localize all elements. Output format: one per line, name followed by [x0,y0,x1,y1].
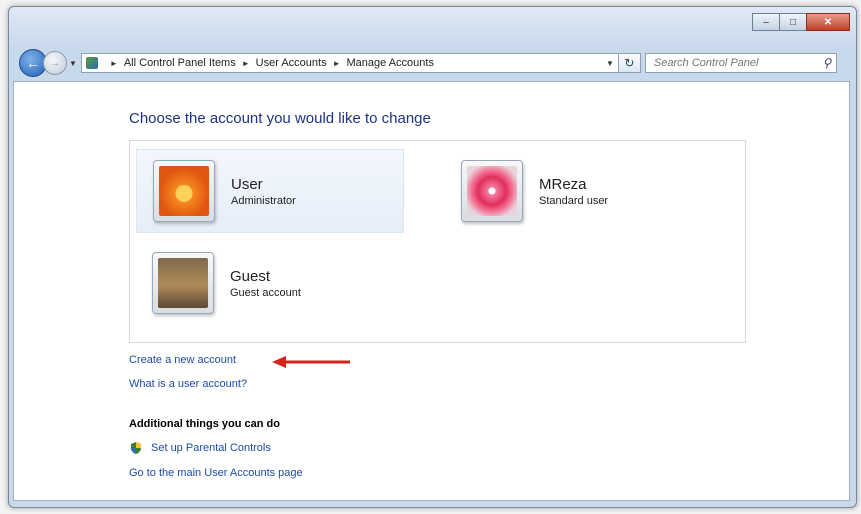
breadcrumb-separator-icon[interactable]: ► [242,59,250,68]
refresh-icon: ↻ [624,56,635,70]
address-bar[interactable]: ► All Control Panel Items ► User Account… [80,53,619,73]
red-arrow-icon [272,356,350,368]
account-guest[interactable]: Guest Guest account [136,241,404,325]
search-icon[interactable]: ⚲ [818,56,836,70]
navigation-toolbar: ← → ▼ ► All Control Panel Items ► User A… [19,49,851,77]
caption-buttons: – □ ✕ [752,13,850,31]
create-new-account-link[interactable]: Create a new account [129,354,236,366]
account-mreza[interactable]: MReza Standard user [445,149,713,233]
forward-arrow-icon: → [49,57,61,69]
main-user-accounts-link[interactable]: Go to the main User Accounts page [129,467,303,479]
account-picture-frame [153,160,215,222]
account-name: Guest [230,267,271,285]
account-type: Guest account [230,286,301,299]
parental-controls-label: Set up Parental Controls [151,441,271,454]
account-picture-frame [152,252,214,314]
account-type: Administrator [231,194,296,207]
breadcrumb-separator-icon[interactable]: ► [110,59,118,68]
accounts-panel: User Administrator MReza Standard user G… [129,140,746,343]
account-picture-frame [461,160,523,222]
forward-button[interactable]: → [43,51,67,75]
account-type: Standard user [539,194,609,207]
maximize-button[interactable]: □ [779,13,807,31]
breadcrumb-user-accounts[interactable]: User Accounts [256,57,327,69]
additional-things-heading: Additional things you can do [129,418,280,430]
minimize-button[interactable]: – [752,13,780,31]
search-box[interactable]: ⚲ [644,53,837,73]
control-panel-window: – □ ✕ ← → ▼ ► All Control Panel Items ► … [8,6,857,508]
briefcase-picture [158,258,208,308]
parental-controls-link[interactable]: Set up Parental Controls [129,441,271,455]
account-user[interactable]: User Administrator [136,149,404,233]
breadcrumb-all-control-panel-items[interactable]: All Control Panel Items [124,57,236,69]
breadcrumb-manage-accounts[interactable]: Manage Accounts [347,57,434,69]
breadcrumb-separator-icon[interactable]: ► [333,59,341,68]
parental-controls-shield-icon [131,442,141,454]
refresh-button[interactable]: ↻ [618,53,641,73]
recent-pages-dropdown[interactable]: ▼ [69,59,77,68]
page-title: Choose the account you would like to cha… [129,110,431,127]
account-name: User [231,175,263,193]
control-panel-icon [85,57,98,69]
orange-flower-picture [159,166,209,216]
main-content: Choose the account you would like to cha… [13,81,850,501]
address-dropdown-icon[interactable]: ▼ [602,59,618,68]
account-name: MReza [539,175,587,193]
close-button[interactable]: ✕ [806,13,850,31]
pink-flower-picture [467,166,517,216]
search-input[interactable] [651,56,818,70]
back-arrow-icon: ← [26,55,40,71]
what-is-user-account-link[interactable]: What is a user account? [129,378,247,390]
